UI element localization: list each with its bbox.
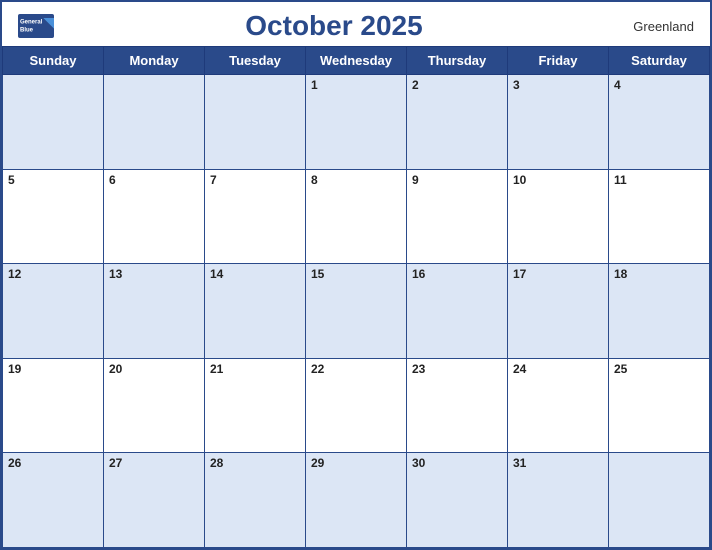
day-cell: 15 <box>306 264 407 359</box>
day-cell: 28 <box>205 453 306 548</box>
day-cell: 17 <box>508 264 609 359</box>
day-number: 26 <box>8 456 21 470</box>
day-number: 16 <box>412 267 425 281</box>
day-number: 24 <box>513 362 526 376</box>
header-wednesday: Wednesday <box>306 47 407 75</box>
day-cell: 2 <box>407 75 508 170</box>
day-number: 15 <box>311 267 324 281</box>
day-number: 27 <box>109 456 122 470</box>
day-cell <box>3 75 104 170</box>
week-row-1: 1 2 3 4 <box>3 75 710 170</box>
day-number: 22 <box>311 362 324 376</box>
day-number: 17 <box>513 267 526 281</box>
day-number: 25 <box>614 362 627 376</box>
day-cell: 9 <box>407 169 508 264</box>
day-cell: 30 <box>407 453 508 548</box>
svg-text:Blue: Blue <box>20 27 34 33</box>
day-cell: 6 <box>104 169 205 264</box>
day-cell: 20 <box>104 358 205 453</box>
day-cell: 19 <box>3 358 104 453</box>
day-cell: 11 <box>609 169 710 264</box>
header-friday: Friday <box>508 47 609 75</box>
day-cell: 7 <box>205 169 306 264</box>
day-cell: 16 <box>407 264 508 359</box>
header-sunday: Sunday <box>3 47 104 75</box>
day-number: 30 <box>412 456 425 470</box>
day-cell <box>609 453 710 548</box>
calendar-body: 1234567891011121314151617181920212223242… <box>3 75 710 548</box>
day-number: 19 <box>8 362 21 376</box>
day-cell: 8 <box>306 169 407 264</box>
day-cell <box>205 75 306 170</box>
week-row-5: 26 27 28 29 30 31 <box>3 453 710 548</box>
day-cell: 22 <box>306 358 407 453</box>
generalblue-logo-icon: General Blue <box>18 12 54 40</box>
day-number: 1 <box>311 78 318 92</box>
week-row-3: 12 13 14 15 16 17 18 <box>3 264 710 359</box>
day-cell: 1 <box>306 75 407 170</box>
day-number: 10 <box>513 173 526 187</box>
header-saturday: Saturday <box>609 47 710 75</box>
day-number: 8 <box>311 173 318 187</box>
day-cell: 5 <box>3 169 104 264</box>
day-number: 11 <box>614 173 627 187</box>
day-cell <box>104 75 205 170</box>
calendar-header: General Blue October 2025 Greenland <box>2 2 710 46</box>
day-number: 7 <box>210 173 217 187</box>
header-monday: Monday <box>104 47 205 75</box>
day-number: 20 <box>109 362 122 376</box>
day-number: 4 <box>614 78 621 92</box>
logo-area: General Blue <box>18 12 54 40</box>
day-cell: 29 <box>306 453 407 548</box>
day-cell: 10 <box>508 169 609 264</box>
day-number: 31 <box>513 456 526 470</box>
day-cell: 31 <box>508 453 609 548</box>
day-cell: 26 <box>3 453 104 548</box>
day-number: 6 <box>109 173 116 187</box>
svg-text:General: General <box>20 19 43 25</box>
day-number: 12 <box>8 267 21 281</box>
weekday-header-row: Sunday Monday Tuesday Wednesday Thursday… <box>3 47 710 75</box>
day-number: 18 <box>614 267 627 281</box>
day-cell: 4 <box>609 75 710 170</box>
day-number: 28 <box>210 456 223 470</box>
day-number: 21 <box>210 362 223 376</box>
day-number: 5 <box>8 173 15 187</box>
calendar-container: General Blue October 2025 Greenland Sund… <box>0 0 712 550</box>
header-thursday: Thursday <box>407 47 508 75</box>
header-tuesday: Tuesday <box>205 47 306 75</box>
day-number: 14 <box>210 267 223 281</box>
day-cell: 27 <box>104 453 205 548</box>
day-cell: 21 <box>205 358 306 453</box>
day-number: 9 <box>412 173 419 187</box>
region-label: Greenland <box>614 19 694 34</box>
day-number: 23 <box>412 362 425 376</box>
day-number: 3 <box>513 78 520 92</box>
day-cell: 18 <box>609 264 710 359</box>
day-cell: 23 <box>407 358 508 453</box>
day-cell: 25 <box>609 358 710 453</box>
day-number: 13 <box>109 267 122 281</box>
day-number: 2 <box>412 78 419 92</box>
month-title: October 2025 <box>54 10 614 42</box>
day-cell: 13 <box>104 264 205 359</box>
day-cell: 12 <box>3 264 104 359</box>
week-row-2: 5 6 7 8 9 10 11 <box>3 169 710 264</box>
day-cell: 3 <box>508 75 609 170</box>
day-cell: 14 <box>205 264 306 359</box>
week-row-4: 19 20 21 22 23 24 25 <box>3 358 710 453</box>
calendar-table: Sunday Monday Tuesday Wednesday Thursday… <box>2 46 710 548</box>
day-number: 29 <box>311 456 324 470</box>
day-cell: 24 <box>508 358 609 453</box>
